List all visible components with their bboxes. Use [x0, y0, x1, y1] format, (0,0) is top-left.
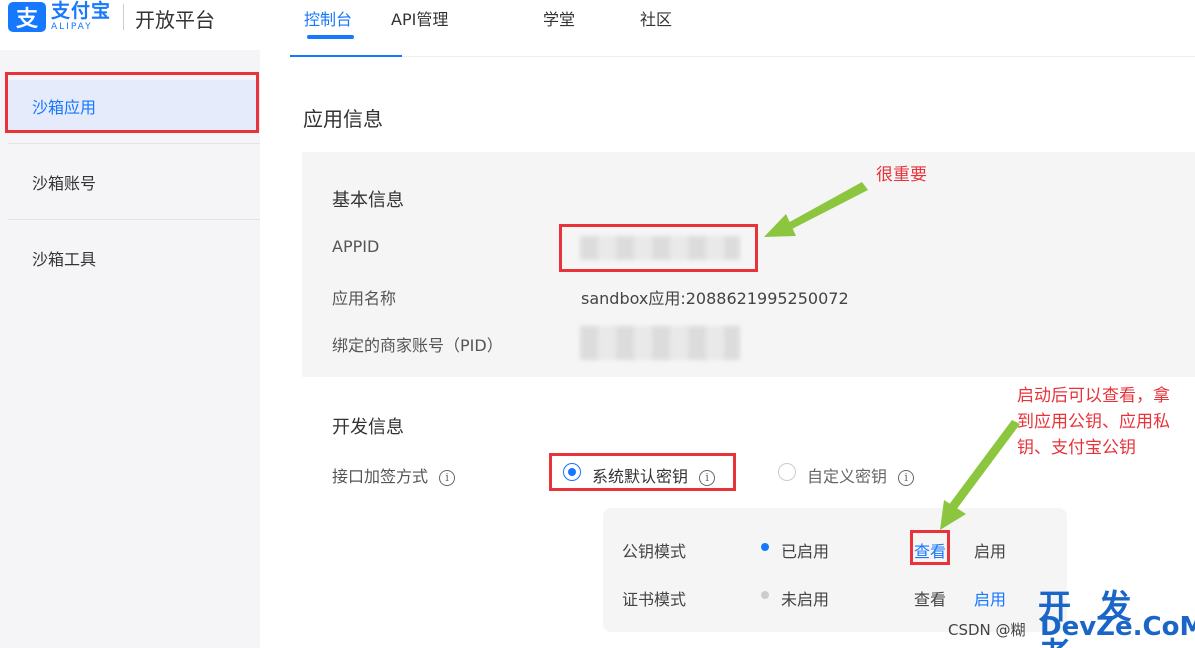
annotation-arrows: [764, 182, 1020, 530]
arrow-icon: [940, 420, 1020, 530]
devze-watermark: DevZe.CoM: [1040, 612, 1195, 642]
csdn-watermark: CSDN @糊: [948, 621, 1026, 639]
page: 支 支付宝 ALIPAY 开放平台 控制台 API管理 学堂 社区 沙箱应用 沙…: [0, 0, 1195, 648]
arrow-icon: [764, 182, 868, 237]
